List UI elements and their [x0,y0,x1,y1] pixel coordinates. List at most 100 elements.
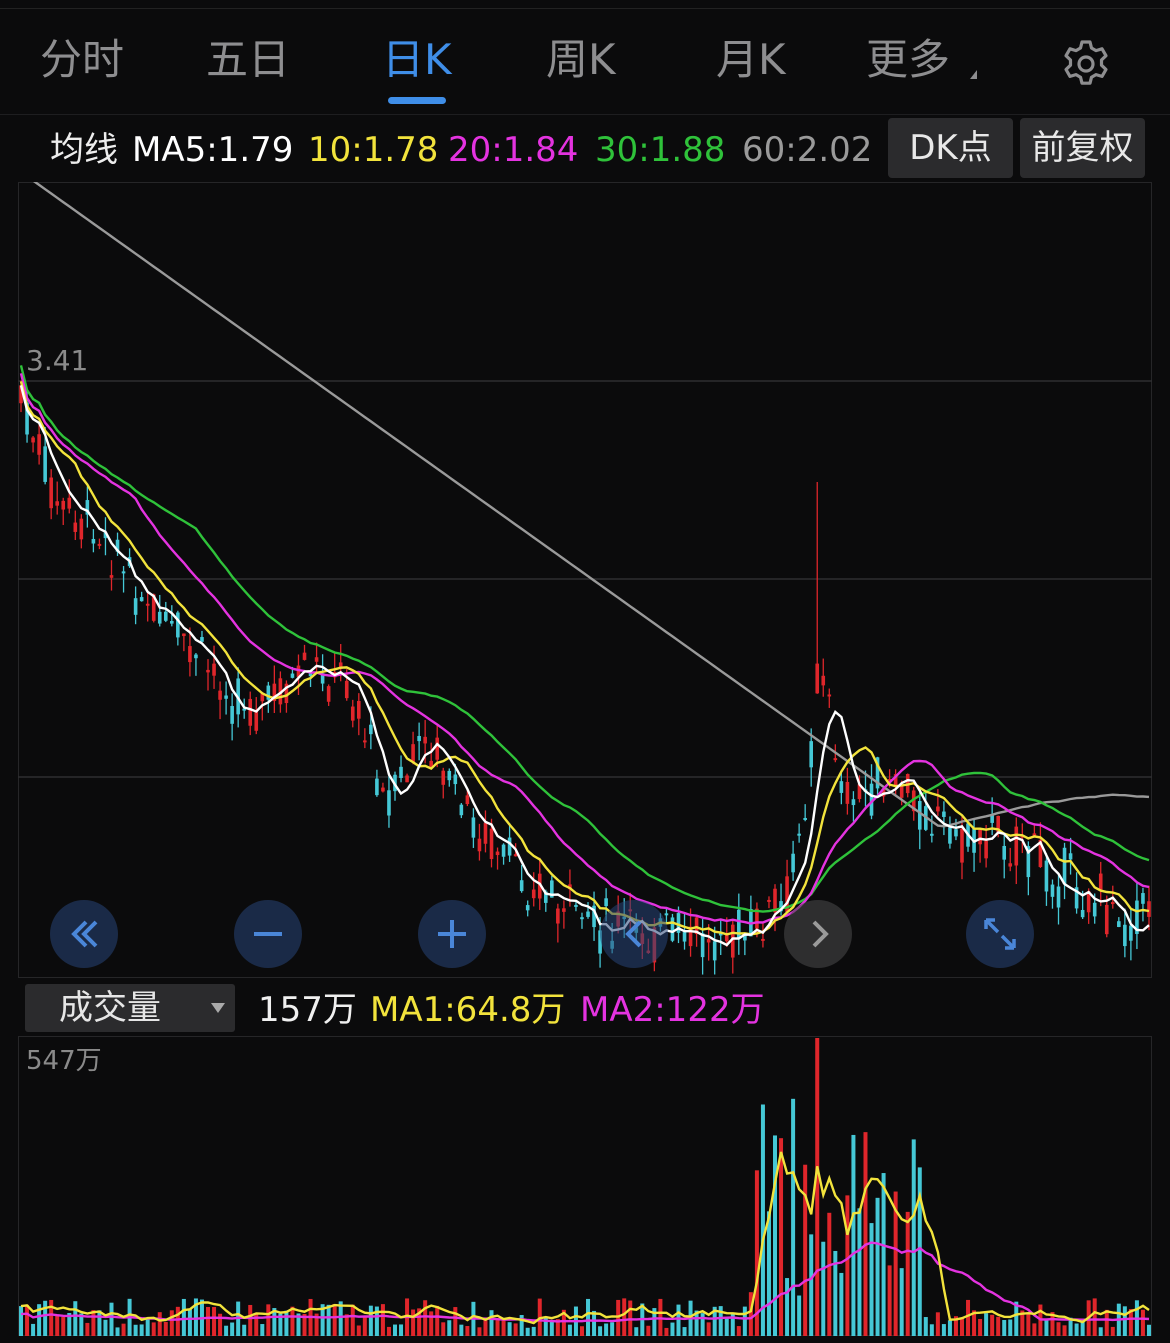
volume-axis-max-label: 547万 [26,1046,102,1076]
candle-body [604,898,608,907]
candle-body [1123,924,1127,947]
candle-body [314,657,319,662]
volume-bar [1026,1314,1031,1336]
volume-bar [773,1135,778,1336]
tab-monthly-k[interactable]: 月K [716,30,786,90]
candle-body [767,899,771,902]
volume-bar [206,1306,211,1336]
candle-body [459,804,464,816]
tab-weekly-k[interactable]: 周K [546,30,616,90]
top-divider [0,8,1170,9]
volume-bar [133,1324,138,1336]
candle-body [700,933,705,958]
volume-bar [447,1320,452,1336]
volume-bar [260,1324,265,1336]
candle-body [230,706,234,724]
volume-bar [1098,1327,1103,1336]
volume-bar [1044,1319,1049,1336]
dk-point-button[interactable]: DK点 [888,118,1013,178]
candlestick-chart[interactable] [18,182,1152,978]
candle-body [562,908,566,912]
volume-bar [115,1327,120,1336]
volume-bar [495,1320,500,1336]
candle-body [357,700,361,719]
candle-body [176,612,180,638]
chevron-right-icon[interactable] [784,900,852,968]
volume-bar [1002,1320,1007,1336]
candle-body [133,598,138,615]
candle-body [930,833,934,836]
volume-bar [1062,1325,1067,1336]
volume-ma1: MA1:64.8万 [370,990,566,1030]
volume-bar [706,1322,711,1336]
price-axis-label: 3.41 [26,344,89,377]
volume-bar [676,1304,681,1336]
volume-bar [1008,1319,1013,1336]
tab-intraday[interactable]: 分时 [40,30,124,90]
volume-chart[interactable] [18,1036,1152,1336]
minus-icon[interactable] [234,900,302,968]
volume-bar [984,1313,989,1336]
candle-body [157,611,162,624]
candle-body [501,844,506,857]
candle-body [942,811,946,817]
candle-body [67,497,72,509]
volume-bar [616,1299,621,1336]
volume-bar [254,1313,259,1336]
volume-bar [435,1305,440,1336]
chevron-left-icon[interactable] [600,900,668,968]
candle-body [465,795,470,805]
candle-body [556,908,560,924]
plus-icon[interactable] [418,900,486,968]
candle-body [344,680,349,699]
volume-bar [664,1327,669,1336]
candle-body [797,833,801,836]
candle-body [899,785,904,798]
candle-body [803,817,807,820]
tab-more[interactable]: 更多 [866,30,950,90]
volume-bar [266,1304,271,1336]
price-adjust-button[interactable]: 前复权 [1020,118,1145,178]
volume-bar [392,1324,397,1336]
volume-bar [423,1300,428,1336]
volume-bar [1110,1326,1115,1336]
chevron-down-icon [211,1003,225,1013]
volume-ma2: MA2:122万 [580,990,765,1030]
candle-body [1104,904,1109,935]
volume-bar [827,1212,832,1336]
volume-bar [91,1310,96,1336]
tab-daily-k[interactable]: 日K [382,30,452,90]
volume-bar [169,1310,174,1336]
candle-body [580,917,584,920]
candle-body [1044,860,1049,892]
volume-bar [248,1304,253,1336]
volume-bar [1056,1322,1061,1336]
expand-icon[interactable] [966,900,1034,968]
volume-bar [724,1317,729,1336]
volume-bar [604,1323,609,1336]
indicator-select[interactable]: 成交量 [25,984,235,1032]
ma-title: 均线 [50,130,118,170]
candle-body [369,724,373,735]
candle-body [200,637,204,642]
volume-bar [441,1322,446,1336]
volume-bar [634,1327,639,1336]
volume-bar [61,1317,66,1336]
volume-bar [857,1208,862,1336]
candle-body [326,686,331,702]
volume-bar [875,1197,880,1336]
volume-bar [549,1320,554,1336]
double-chevron-left-icon[interactable] [50,900,118,968]
volume-bar [477,1327,482,1336]
candle-body [423,736,427,744]
volume-bar [887,1265,892,1336]
volume-bar [966,1299,971,1336]
volume-bar [453,1307,458,1336]
candle-body [31,437,35,443]
tab-five-day[interactable]: 五日 [206,30,290,90]
candle-body [525,905,530,911]
gear-icon[interactable] [1058,36,1114,92]
candle-body [290,673,295,678]
candle-body [1062,847,1067,885]
volume-bar [73,1301,78,1336]
